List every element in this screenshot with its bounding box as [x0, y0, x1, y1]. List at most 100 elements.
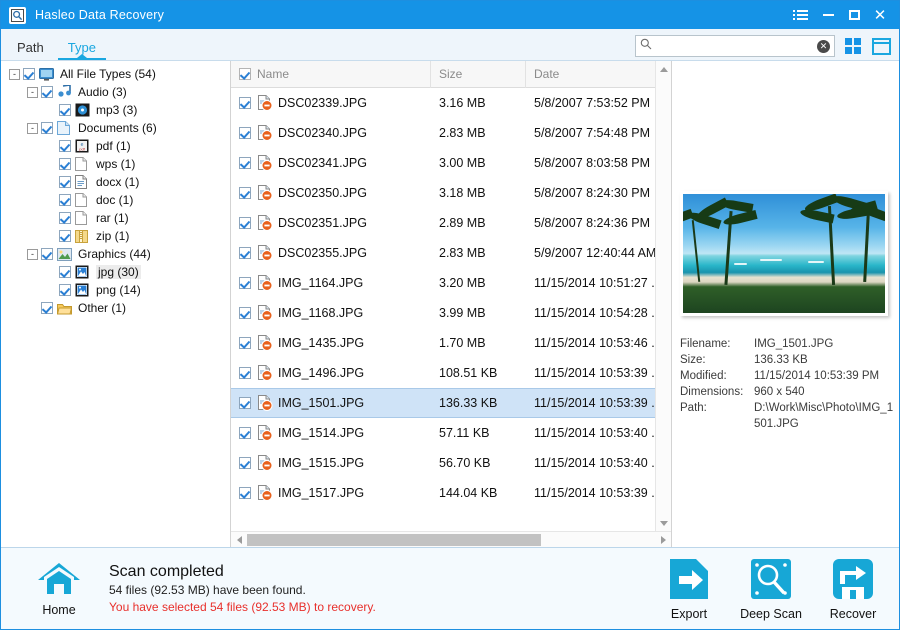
tree-item[interactable]: docx (1): [1, 173, 230, 191]
maximize-icon[interactable]: [841, 1, 867, 29]
horizontal-scrollbar[interactable]: [231, 531, 671, 547]
minimize-icon[interactable]: [815, 1, 841, 29]
column-header-name[interactable]: Name: [231, 60, 431, 88]
search-input[interactable]: [656, 40, 813, 52]
vertical-scrollbar[interactable]: [655, 61, 671, 531]
files-found-text: 54 files (92.53 MB) have been found.: [109, 582, 306, 597]
tree-item-checkbox[interactable]: [59, 176, 71, 188]
row-checkbox[interactable]: [239, 127, 251, 139]
tab-path[interactable]: Path: [1, 41, 56, 60]
panel-view-icon[interactable]: [871, 36, 891, 56]
row-checkbox[interactable]: [239, 97, 251, 109]
table-row[interactable]: IMG_1496.JPG 108.51 KB 11/15/2014 10:53:39…: [231, 358, 671, 388]
tree-collapse-icon[interactable]: -: [27, 86, 38, 98]
row-checkbox[interactable]: [239, 427, 251, 439]
table-row[interactable]: IMG_1517.JPG 144.04 KB 11/15/2014 10:53:39…: [231, 478, 671, 508]
tree-item-checkbox[interactable]: [59, 266, 71, 278]
tree-item-checkbox[interactable]: [23, 68, 35, 80]
tree-item[interactable]: zip (1): [1, 227, 230, 245]
tree-item[interactable]: mp3 (3): [1, 101, 230, 119]
tree-item[interactable]: png (14): [1, 281, 230, 299]
table-row[interactable]: DSC02351.JPG 2.89 MB 5/8/2007 8:24:36 PM: [231, 208, 671, 238]
table-row[interactable]: DSC02340.JPG 2.83 MB 5/8/2007 7:54:48 PM: [231, 118, 671, 148]
horizontal-scroll-track[interactable]: [247, 533, 655, 547]
deleted-file-icon: [257, 275, 273, 291]
scroll-up-arrow-icon[interactable]: [656, 61, 672, 77]
column-header-size[interactable]: Size: [431, 60, 526, 88]
row-checkbox[interactable]: [239, 277, 251, 289]
table-row[interactable]: IMG_1435.JPG 1.70 MB 11/15/2014 10:53:46 .…: [231, 328, 671, 358]
metadata-value: 136.33 KB: [754, 354, 808, 366]
tree-item-label: Documents (6): [78, 121, 157, 135]
table-row[interactable]: IMG_1514.JPG 57.11 KB 11/15/2014 10:53:40 …: [231, 418, 671, 448]
scroll-right-arrow-icon[interactable]: [655, 532, 671, 548]
table-row[interactable]: DSC02341.JPG 3.00 MB 5/8/2007 8:03:58 PM: [231, 148, 671, 178]
music-icon: [57, 85, 73, 100]
tree-item-checkbox[interactable]: [41, 122, 53, 134]
row-checkbox[interactable]: [239, 247, 251, 259]
tree-item[interactable]: e pdf pdf (1): [1, 137, 230, 155]
tree-item[interactable]: Other (1): [1, 299, 230, 317]
tree-item-checkbox[interactable]: [59, 194, 71, 206]
tree-collapse-icon[interactable]: -: [27, 248, 38, 260]
table-row[interactable]: DSC02350.JPG 3.18 MB 5/8/2007 8:24:30 PM: [231, 178, 671, 208]
status-bar: Home Scan completed 54 files (92.53 MB) …: [1, 547, 899, 629]
row-checkbox[interactable]: [239, 307, 251, 319]
search-box[interactable]: ✕: [635, 35, 835, 57]
tree-item-checkbox[interactable]: [59, 212, 71, 224]
tab-type[interactable]: Type: [56, 41, 108, 60]
tree-item-checkbox[interactable]: [59, 104, 71, 116]
table-row[interactable]: IMG_1501.JPG 136.33 KB 11/15/2014 10:53:39…: [231, 388, 671, 418]
tree-item-checkbox[interactable]: [59, 284, 71, 296]
row-checkbox[interactable]: [239, 187, 251, 199]
tree-item-checkbox[interactable]: [59, 140, 71, 152]
table-row[interactable]: DSC02355.JPG 2.83 MB 5/9/2007 12:40:44 AM: [231, 238, 671, 268]
row-checkbox[interactable]: [239, 157, 251, 169]
tree-item[interactable]: wps (1): [1, 155, 230, 173]
row-checkbox[interactable]: [239, 217, 251, 229]
tree-item-checkbox[interactable]: [41, 302, 53, 314]
tree-collapse-icon[interactable]: -: [9, 68, 20, 80]
tree-item-checkbox[interactable]: [41, 248, 53, 260]
deleted-file-icon: [257, 155, 273, 171]
cell-size: 136.33 KB: [439, 396, 498, 410]
grid-view-icon[interactable]: [843, 36, 863, 56]
home-button[interactable]: Home: [19, 561, 99, 617]
column-header-name-label: Name: [257, 67, 290, 81]
row-checkbox[interactable]: [239, 457, 251, 469]
row-checkbox[interactable]: [239, 487, 251, 499]
scroll-left-arrow-icon[interactable]: [231, 532, 247, 548]
cell-name: IMG_1514.JPG: [231, 425, 431, 441]
menu-icon[interactable]: [789, 1, 815, 29]
table-row[interactable]: IMG_1515.JPG 56.70 KB 11/15/2014 10:53:40 …: [231, 448, 671, 478]
scan-status-title: Scan completed: [109, 562, 224, 580]
table-row[interactable]: IMG_1168.JPG 3.99 MB 11/15/2014 10:54:28 .…: [231, 298, 671, 328]
recover-button[interactable]: Recover: [821, 557, 885, 621]
file-type-tree[interactable]: - All File Types (54) - Audio (3) mp3 (3) - Do…: [1, 61, 231, 547]
tree-item[interactable]: rar (1): [1, 209, 230, 227]
tree-collapse-icon[interactable]: -: [27, 122, 38, 134]
export-button[interactable]: Export: [657, 557, 721, 621]
horizontal-scroll-thumb[interactable]: [247, 533, 541, 546]
tree-item[interactable]: jpg (30): [1, 263, 230, 281]
table-row[interactable]: DSC02339.JPG 3.16 MB 5/8/2007 7:53:52 PM: [231, 88, 671, 118]
row-checkbox[interactable]: [239, 367, 251, 379]
close-icon[interactable]: ✕: [867, 1, 893, 29]
tree-item-checkbox[interactable]: [59, 158, 71, 170]
deep-scan-button[interactable]: Deep Scan: [739, 557, 803, 621]
clear-search-icon[interactable]: ✕: [817, 39, 830, 53]
row-checkbox[interactable]: [239, 397, 251, 409]
tree-item-checkbox[interactable]: [59, 230, 71, 242]
tree-item-checkbox[interactable]: [41, 86, 53, 98]
select-all-checkbox[interactable]: [239, 68, 251, 80]
table-row[interactable]: IMG_1164.JPG 3.20 MB 11/15/2014 10:51:27 .…: [231, 268, 671, 298]
column-header-date[interactable]: Date: [526, 61, 671, 88]
tree-item[interactable]: - Documents (6): [1, 119, 230, 137]
tree-item[interactable]: - All File Types (54): [1, 65, 230, 83]
tree-item[interactable]: - Graphics (44): [1, 245, 230, 263]
tree-item[interactable]: - Audio (3): [1, 83, 230, 101]
row-checkbox[interactable]: [239, 337, 251, 349]
tree-item[interactable]: doc (1): [1, 191, 230, 209]
scroll-down-arrow-icon[interactable]: [656, 515, 672, 531]
metadata-row: Path: D:\Work\Misc\Photo\IMG_1501.JPG: [680, 400, 895, 432]
